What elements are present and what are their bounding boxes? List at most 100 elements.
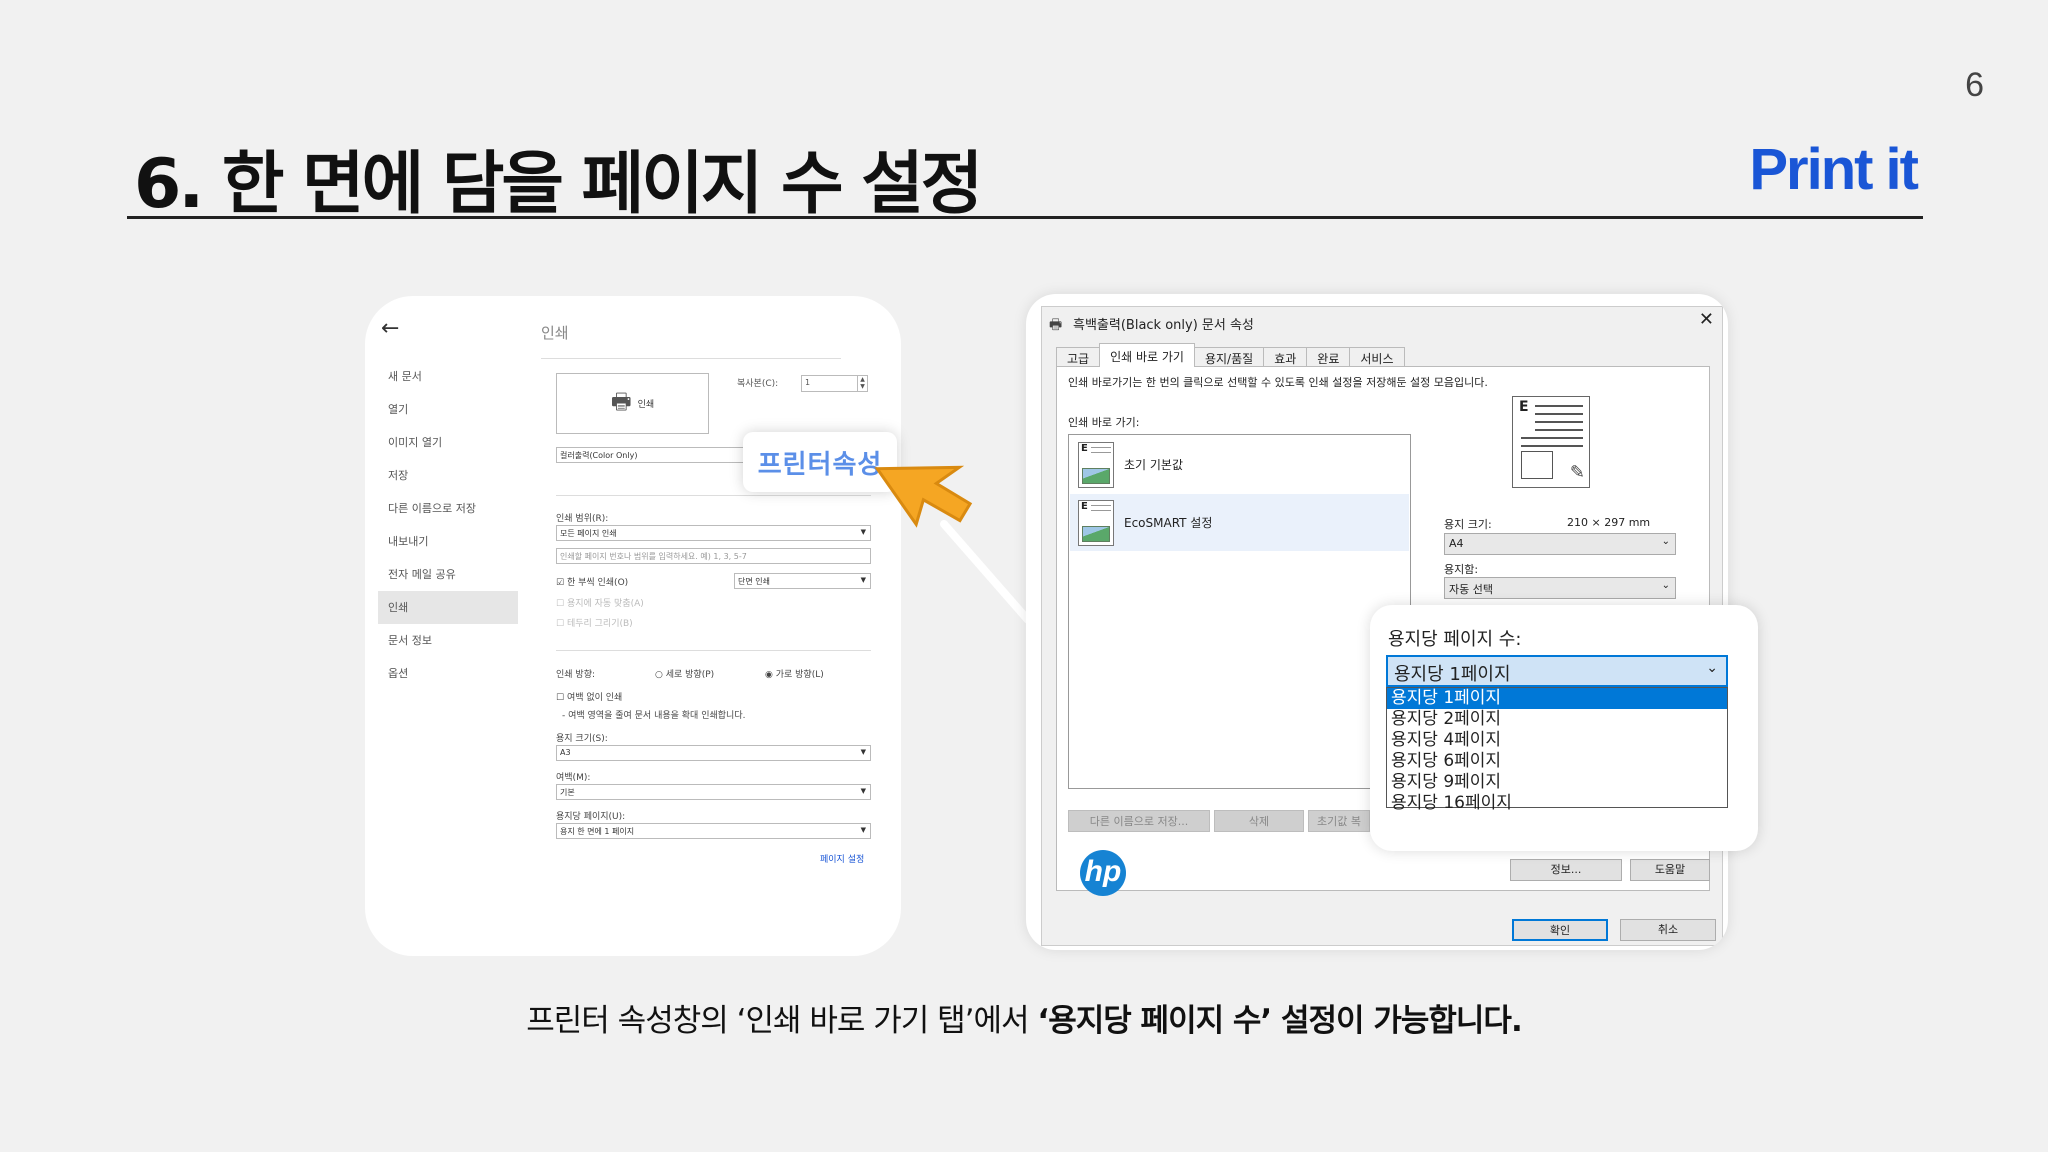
paper-source-select[interactable]: 자동 선택 ⌄ bbox=[1444, 577, 1676, 599]
menu-item-email-share[interactable]: 전자 메일 공유 bbox=[378, 558, 518, 591]
paper-source-value: 자동 선택 bbox=[1449, 583, 1493, 596]
range-input[interactable]: 인쇄할 페이지 번호나 범위를 입력하세요. 예) 1, 3, 5-7 bbox=[556, 548, 871, 564]
option-9-pages[interactable]: 용지당 9페이지 bbox=[1387, 772, 1727, 793]
shortcut-default[interactable]: E 초기 기본값 bbox=[1070, 436, 1409, 493]
pages-per-sheet-selected: 용지당 1페이지 bbox=[1394, 664, 1511, 685]
tab-advanced[interactable]: 고급 bbox=[1056, 347, 1101, 367]
info-button[interactable]: 정보... bbox=[1510, 859, 1622, 881]
hp-logo-icon: hp bbox=[1080, 850, 1126, 896]
cancel-button[interactable]: 취소 bbox=[1620, 919, 1716, 941]
menu-item-export[interactable]: 내보내기 bbox=[378, 525, 518, 558]
shortcut-description: 인쇄 바로가기는 한 번의 클릭으로 선택할 수 있도록 인쇄 설정을 저장해둔… bbox=[1068, 376, 1488, 389]
close-icon[interactable]: ✕ bbox=[1699, 309, 1714, 330]
option-2-pages[interactable]: 용지당 2페이지 bbox=[1387, 709, 1727, 730]
pages-per-sheet-select[interactable]: 용지 한 면에 1 페이지 ▼ bbox=[556, 823, 871, 839]
spinner-arrows-icon[interactable]: ▲ ▼ bbox=[857, 376, 867, 391]
border-label: 테두리 그리기(B) bbox=[566, 619, 633, 629]
paper-size-select[interactable]: A3 ▼ bbox=[556, 745, 871, 761]
shortcut-ecosmart[interactable]: E EcoSMART 설정 bbox=[1070, 494, 1409, 551]
pages-per-sheet-label: 용지당 페이지 수: bbox=[1388, 629, 1522, 650]
orientation-label: 인쇄 방향: bbox=[556, 670, 596, 680]
menu-item-new[interactable]: 새 문서 bbox=[378, 360, 518, 393]
print-panel-screenshot: ← 새 문서 열기 이미지 열기 저장 다른 이름으로 저장 내보내기 전자 메… bbox=[365, 296, 901, 956]
printer-icon: 🖶 bbox=[1049, 317, 1063, 333]
tab-print-shortcuts[interactable]: 인쇄 바로 가기 bbox=[1099, 343, 1195, 367]
document-preview-icon: E ✎ bbox=[1512, 396, 1590, 488]
callout-text: 프린터속성 bbox=[757, 449, 883, 480]
printer-icon: 🖶 bbox=[610, 389, 632, 415]
delete-button[interactable]: 삭제 bbox=[1214, 810, 1304, 832]
no-margin-label: 여백 없이 인쇄 bbox=[566, 693, 623, 703]
option-4-pages[interactable]: 용지당 4페이지 bbox=[1387, 730, 1727, 751]
caption-emphasis: ‘용지당 페이지 수’ 설정이 가능합니다. bbox=[1037, 1003, 1522, 1039]
shortcut-label: 초기 기본값 bbox=[1124, 458, 1184, 472]
page-setup-link[interactable]: 페이지 설정 bbox=[820, 852, 864, 865]
paper-size-select[interactable]: A4 ⌄ bbox=[1444, 533, 1676, 555]
print-button-label: 인쇄 bbox=[637, 400, 655, 410]
option-16-pages[interactable]: 용지당 16페이지 bbox=[1387, 793, 1727, 814]
back-arrow-icon[interactable]: ← bbox=[381, 316, 399, 341]
option-6-pages[interactable]: 용지당 6페이지 bbox=[1387, 751, 1727, 772]
no-margin-checkbox[interactable]: ☐ 여백 없이 인쇄 bbox=[556, 690, 622, 703]
paper-size-dims: 210 × 297 mm bbox=[1567, 516, 1651, 529]
slide-caption: 프린터 속성창의 ‘인쇄 바로 가기 탭’에서 ‘용지당 페이지 수’ 설정이 … bbox=[0, 995, 2048, 1040]
printer-select[interactable]: 컬러출력(Color Only) bbox=[556, 447, 746, 463]
ok-button[interactable]: 확인 bbox=[1512, 919, 1608, 941]
dialog-title: 흑백출력(Black only) 문서 속성 bbox=[1073, 318, 1254, 333]
chevron-down-icon: ⌄ bbox=[1661, 536, 1670, 547]
dropdown-arrow-icon: ▼ bbox=[860, 576, 866, 584]
landscape-label: 가로 방향(L) bbox=[775, 670, 824, 680]
menu-item-save-as[interactable]: 다른 이름으로 저장 bbox=[378, 492, 518, 525]
paper-size-value: A4 bbox=[1449, 537, 1464, 550]
pages-per-sheet-select[interactable]: 용지당 1페이지 ⌄ bbox=[1386, 655, 1728, 687]
dropdown-arrow-icon: ▼ bbox=[860, 528, 866, 536]
menu-item-open-image[interactable]: 이미지 열기 bbox=[378, 426, 518, 459]
paper-size-label: 용지 크기: bbox=[1444, 518, 1492, 531]
collate-label: 한 부씩 인쇄(O) bbox=[566, 578, 629, 588]
margin-label: 여백(M): bbox=[556, 773, 591, 783]
portrait-label: 세로 방향(P) bbox=[665, 670, 715, 680]
margin-select[interactable]: 기본 ▼ bbox=[556, 784, 871, 800]
tab-paper-quality[interactable]: 용지/품질 bbox=[1193, 347, 1265, 367]
pointer-arrow-icon bbox=[874, 465, 973, 528]
reset-button[interactable]: 초기값 복 bbox=[1308, 810, 1370, 832]
tab-effects[interactable]: 효과 bbox=[1263, 347, 1308, 367]
menu-item-print[interactable]: 인쇄 bbox=[378, 591, 518, 624]
copies-label: 복사본(C): bbox=[737, 379, 779, 389]
margin-value: 기본 bbox=[560, 788, 575, 797]
menu-item-open[interactable]: 열기 bbox=[378, 393, 518, 426]
pages-per-sheet-label: 용지당 페이지(U): bbox=[556, 812, 626, 822]
portrait-radio[interactable]: ○ 세로 방향(P) bbox=[655, 667, 714, 680]
menu-item-doc-info[interactable]: 문서 정보 bbox=[378, 624, 518, 657]
divider bbox=[556, 495, 871, 496]
dropdown-arrow-icon: ▼ bbox=[860, 826, 866, 834]
save-as-button[interactable]: 다른 이름으로 저장... bbox=[1068, 810, 1210, 832]
print-button[interactable]: 🖶 인쇄 bbox=[556, 373, 709, 434]
range-value: 모든 페이지 인쇄 bbox=[560, 529, 617, 538]
border-checkbox[interactable]: ☐ 테두리 그리기(B) bbox=[556, 616, 633, 629]
tab-services[interactable]: 서비스 bbox=[1349, 347, 1405, 367]
printer-select-value: 컬러출력(Color Only) bbox=[560, 451, 638, 460]
landscape-radio[interactable]: ◉ 가로 방향(L) bbox=[765, 667, 824, 680]
option-1-page[interactable]: 용지당 1페이지 bbox=[1387, 688, 1727, 709]
chevron-down-icon: ⌄ bbox=[1706, 660, 1718, 676]
brand-logo-text: Print it bbox=[1749, 137, 1919, 202]
divider bbox=[556, 650, 871, 651]
pages-per-sheet-options: 용지당 1페이지 용지당 2페이지 용지당 4페이지 용지당 6페이지 용지당 … bbox=[1386, 687, 1728, 813]
tab-finishing[interactable]: 완료 bbox=[1306, 347, 1351, 367]
paper-size-value: A3 bbox=[560, 748, 571, 757]
duplex-select[interactable]: 단면 인쇄 ▼ bbox=[734, 573, 871, 589]
shortcuts-list: E 초기 기본값 E EcoSMART 설정 bbox=[1068, 434, 1411, 789]
menu-item-options[interactable]: 옵션 bbox=[378, 657, 518, 690]
range-select[interactable]: 모든 페이지 인쇄 ▼ bbox=[556, 525, 871, 541]
document-icon: E bbox=[1078, 499, 1114, 546]
paper-size-label: 용지 크기(S): bbox=[556, 734, 608, 744]
auto-fit-checkbox[interactable]: ☐ 용지에 자동 맞춤(A) bbox=[556, 596, 644, 609]
help-button[interactable]: 도움말 bbox=[1630, 859, 1710, 881]
collate-checkbox[interactable]: ☑ 한 부씩 인쇄(O) bbox=[556, 575, 628, 588]
paper-source-label: 용지함: bbox=[1444, 563, 1479, 576]
menu-item-save[interactable]: 저장 bbox=[378, 459, 518, 492]
copies-spinner[interactable]: 1 ▲ ▼ bbox=[801, 375, 868, 392]
auto-fit-label: 용지에 자동 맞춤(A) bbox=[566, 599, 644, 609]
range-placeholder: 인쇄할 페이지 번호나 범위를 입력하세요. 예) 1, 3, 5-7 bbox=[560, 552, 747, 561]
